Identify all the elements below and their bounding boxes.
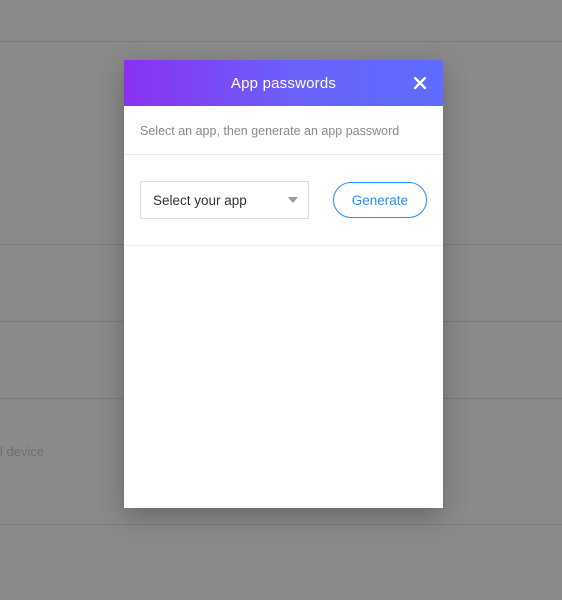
app-passwords-modal: App passwords Select an app, then genera… [124, 60, 443, 508]
modal-subtitle: Select an app, then generate an app pass… [124, 106, 443, 155]
chevron-down-icon [288, 197, 298, 203]
close-button[interactable] [405, 68, 435, 98]
generate-button[interactable]: Generate [333, 182, 427, 218]
app-select-value: Select your app [153, 193, 247, 208]
close-icon [412, 75, 428, 91]
app-select[interactable]: Select your app [140, 181, 309, 219]
modal-content-area [124, 246, 443, 508]
background-text-fragment: l device [0, 444, 44, 459]
modal-controls-row: Select your app Generate [124, 155, 443, 246]
generate-button-label: Generate [352, 193, 408, 208]
modal-header: App passwords [124, 60, 443, 106]
modal-title: App passwords [231, 75, 336, 92]
